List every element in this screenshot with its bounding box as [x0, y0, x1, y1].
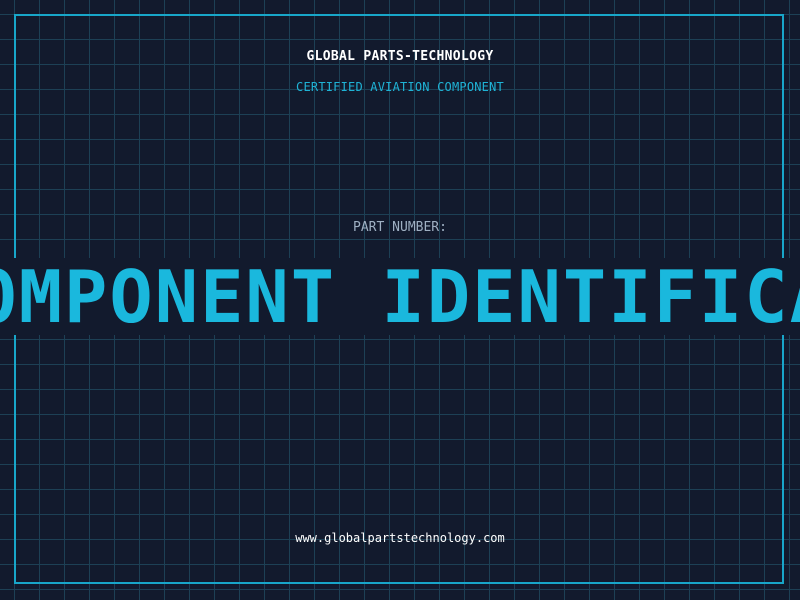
- company-name: GLOBAL PARTS-TECHNOLOGY: [306, 49, 494, 64]
- label-screen: GLOBAL PARTS-TECHNOLOGY CERTIFIED AVIATI…: [0, 0, 800, 600]
- scrolling-banner-text: COMPONENT IDENTIFICATION: [0, 258, 800, 335]
- certification-text: CERTIFIED AVIATION COMPONENT: [296, 80, 504, 94]
- website-url: www.globalpartstechnology.com: [295, 531, 505, 545]
- part-number-label: PART NUMBER:: [353, 220, 447, 235]
- part-number-banner: COMPONENT IDENTIFICATION: [0, 258, 800, 335]
